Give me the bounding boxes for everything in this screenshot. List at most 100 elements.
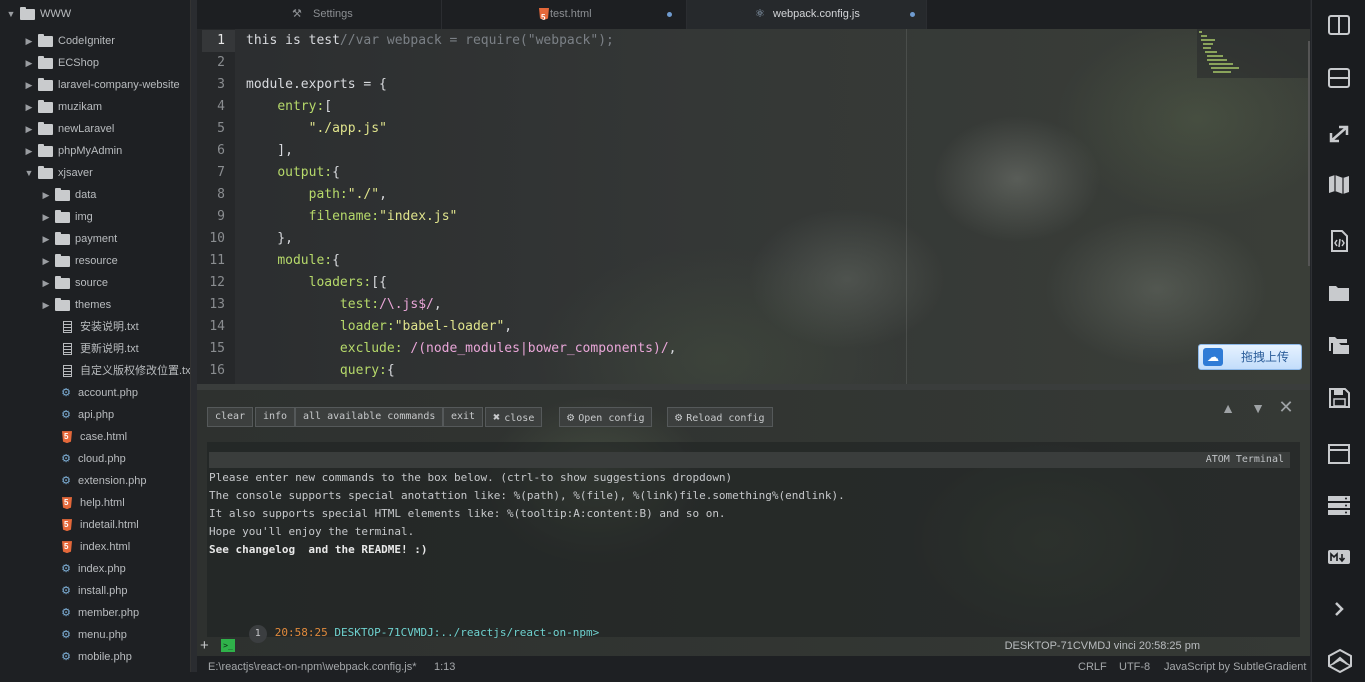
code-line[interactable]: ], [246,140,293,162]
tree-item-label: source [75,277,109,289]
tree-folder[interactable]: ▼ xjsaver [24,162,93,184]
code-line[interactable]: exclude: /(node_modules|bower_components… [246,338,677,360]
panel-down-icon[interactable]: ▼ [1249,400,1267,416]
tree-file[interactable]: ⚙ account.php [58,382,138,404]
tree-file[interactable]: 更新说明.txt [58,338,139,360]
terminal-prompt[interactable]: 1 20:58:25 DESKTOP-71CVMDJ:../reactjs/rea… [209,600,599,643]
code-line[interactable]: loaders:[{ [246,272,387,294]
save-icon[interactable] [1327,387,1351,409]
upload-button[interactable]: ☁ 拖拽上传 [1198,344,1302,370]
tree-folder[interactable]: ▶ themes [41,294,111,316]
code-line[interactable]: loader:"babel-loader", [246,316,512,338]
exit-button[interactable]: exit [443,407,484,427]
tree-folder[interactable]: ▶ CodeIgniter [24,30,115,52]
open-config-button[interactable]: ⚙ Open config [559,407,653,427]
tree-root[interactable]: ▼ WWW [6,3,71,25]
tree-folder[interactable]: ▶ phpMyAdmin [24,140,122,162]
tree-file[interactable]: index.html [58,536,130,558]
tree-file[interactable]: ⚙ index.php [58,558,126,580]
terminal-line: Please enter new commands to the box bel… [209,471,733,484]
code-line[interactable]: this is test//var webpack = require("web… [246,30,614,52]
code-token: , [668,341,677,356]
line-ending[interactable]: CRLF [1078,656,1107,678]
tree-file[interactable]: indetail.html [58,514,139,536]
map-icon[interactable] [1327,173,1351,195]
code-line[interactable]: module:{ [246,250,340,272]
tree-file[interactable]: ⚙ member.php [58,602,139,624]
code-line[interactable]: }, [246,228,293,250]
terminal-icon[interactable]: >_ [221,639,235,652]
tree-file[interactable]: 自定义版权修改位置.txt [58,360,194,382]
code-token: ], [246,143,293,158]
clear-button[interactable]: clear [207,407,254,427]
chevron-down-icon: ▼ [24,168,34,178]
tree-folder[interactable]: ▶ payment [41,228,117,250]
chevron-right-icon: ▶ [25,102,33,112]
tree-folder[interactable]: ▶ data [41,184,96,206]
tree-file[interactable]: case.html [58,426,127,448]
tree-item-label: muzikam [58,101,103,113]
tree-item-label: 更新说明.txt [80,343,139,355]
grammar[interactable]: JavaScript by SubtleGradient [1164,656,1306,678]
code-line[interactable]: output:{ [246,162,340,184]
tree-item-label: case.html [80,431,128,443]
php-file-icon: ⚙ [61,585,71,598]
tree-file[interactable]: ⚙ menu.php [58,624,127,646]
markdown-icon[interactable] [1327,546,1351,568]
list-icon[interactable] [1327,494,1351,516]
editor-scrollbar[interactable] [1308,41,1310,266]
tree-folder[interactable]: ▶ source [41,272,108,294]
tree-file[interactable]: ⚙ api.php [58,404,114,426]
code-line[interactable]: filename:"index.js" [246,206,458,228]
code-line[interactable]: test:/\.js$/, [246,294,442,316]
split-horizontal-icon[interactable] [1327,67,1351,89]
code-line[interactable]: entry:[ [246,96,332,118]
code-editor[interactable]: 1 2 3 4 5 6 7 8 9 10 11 12 13 14 15 16 this is test//va… [197,29,1310,384]
chevron-right-icon[interactable] [1327,598,1351,620]
tree-scrollbar[interactable] [190,0,197,672]
cursor-position[interactable]: 1:13 [434,656,455,678]
minimap[interactable] [1197,29,1310,78]
tree-file[interactable]: ⚙ install.php [58,580,127,602]
terminal-output[interactable]: ATOM Terminal Please enter new commands … [207,442,1300,643]
new-terminal-icon[interactable]: + [200,636,209,656]
folder-icon[interactable] [1327,282,1351,304]
tree-file[interactable]: ⚙ cloud.php [58,448,126,470]
tree-folder[interactable]: ▶ newLaravel [24,118,114,140]
encoding[interactable]: UTF-8 [1119,656,1150,678]
panel-close-icon[interactable]: ✕ [1277,397,1295,418]
window-icon[interactable] [1327,443,1351,465]
code-line[interactable]: "./app.js" [246,118,387,140]
tab-test-html[interactable]: test.html [442,0,687,29]
tree-folder[interactable]: ▶ muzikam [24,96,102,118]
folders-icon[interactable] [1327,334,1351,356]
file-path[interactable]: E:\reactjs\react-on-npm\webpack.config.j… [208,656,416,678]
expand-icon[interactable] [1327,123,1351,145]
atom-icon[interactable] [1327,648,1352,674]
tree-folder[interactable]: ▶ img [41,206,93,228]
tab-webpack-config[interactable]: ⚛ webpack.config.js [687,0,927,29]
text-file-icon [63,365,72,378]
reload-config-button[interactable]: ⚙ Reload config [667,407,773,427]
code-file-icon[interactable] [1327,229,1351,252]
tree-folder[interactable]: ▶ laravel-company-website [24,74,180,96]
tree-file[interactable]: ⚙ extension.php [58,470,146,492]
panel-up-icon[interactable]: ▲ [1219,400,1237,416]
tree-folder[interactable]: ▶ resource [41,250,118,272]
tree-file[interactable]: help.html [58,492,125,514]
info-button[interactable]: info [255,407,296,427]
tab-settings[interactable]: ⚒ Settings [197,0,442,29]
split-vertical-icon[interactable] [1327,14,1351,36]
line-number: 6 [217,143,225,158]
code-line[interactable]: module.exports = { [246,74,387,96]
tree-file[interactable]: 安装说明.txt [58,316,139,338]
code-line[interactable]: path:"./", [246,184,387,206]
tree-file[interactable]: ⚙ mobile.php [58,646,132,668]
code-line[interactable]: query:{ [246,360,395,382]
chevron-down-icon: ▼ [6,9,16,19]
tree-folder[interactable]: ▶ ECShop [24,52,99,74]
close-button[interactable]: ✖ close [485,407,543,427]
all-commands-button[interactable]: all available commands [295,407,444,427]
